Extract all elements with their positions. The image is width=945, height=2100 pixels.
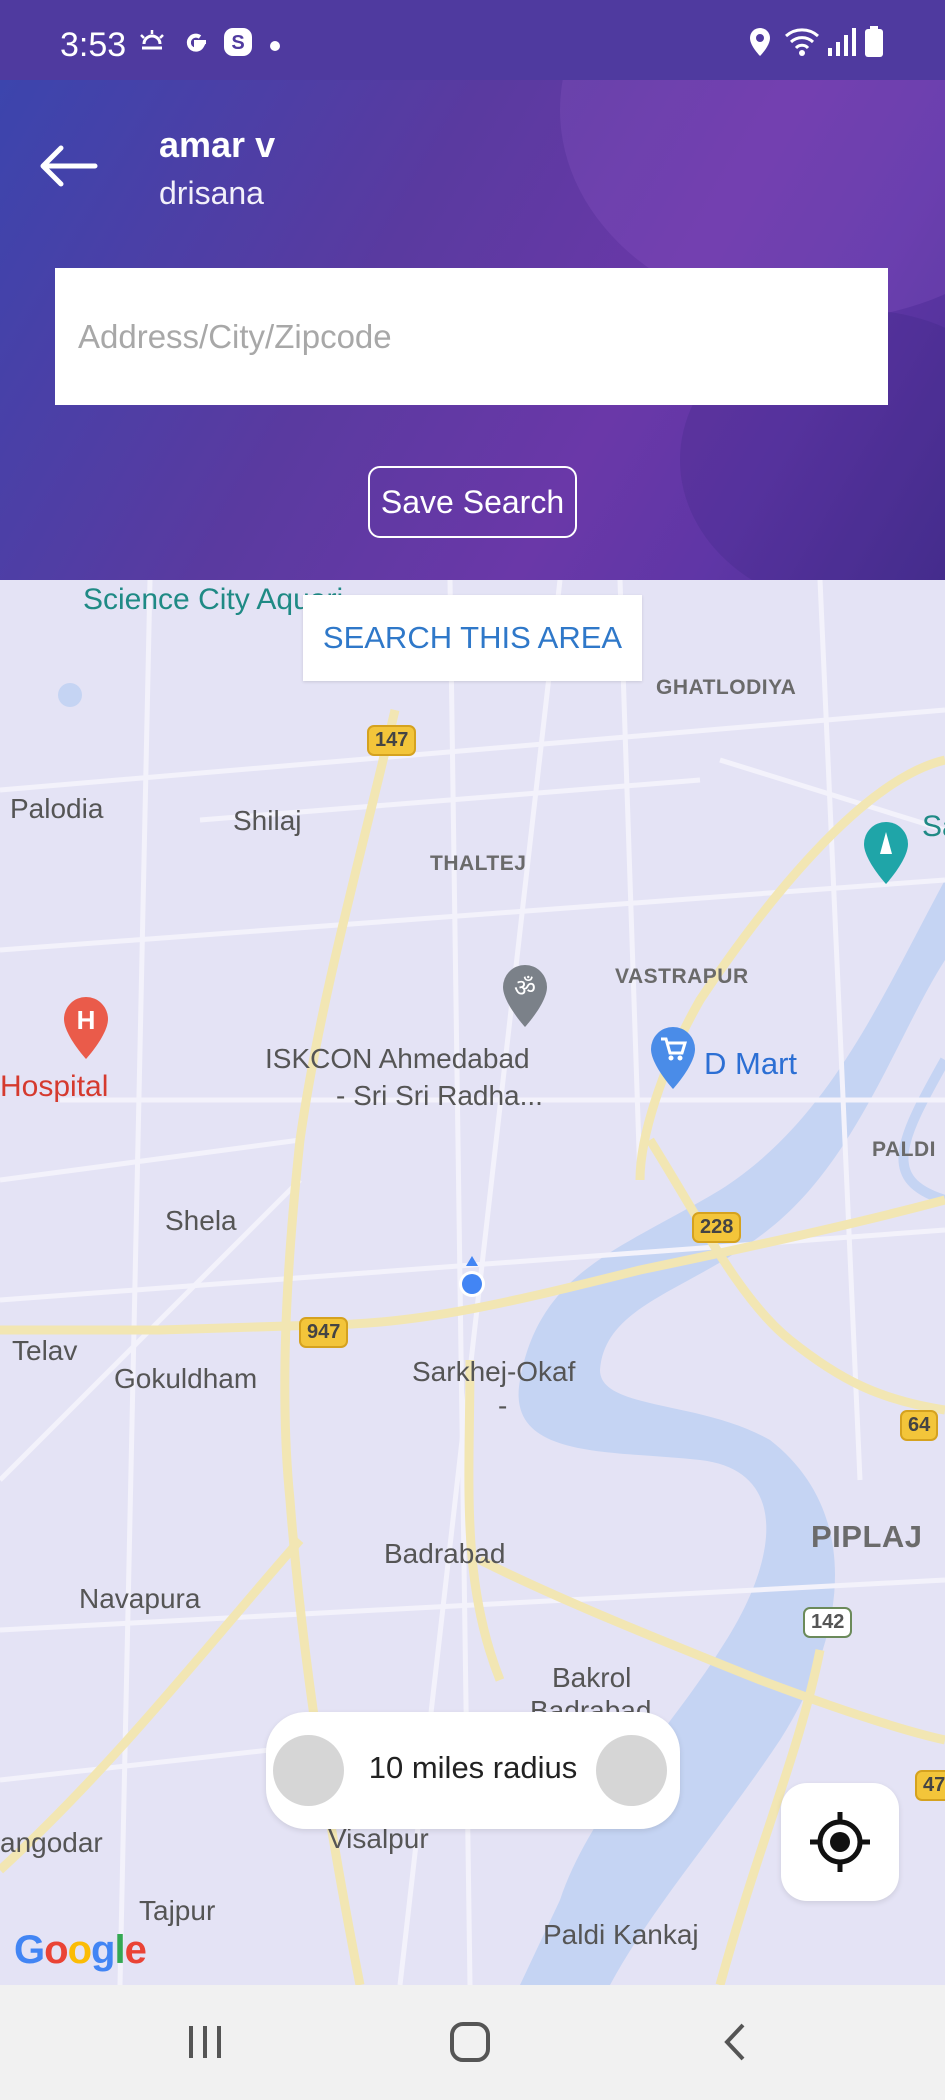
google-attribution: Google (14, 1928, 147, 1972)
highway-shield: 142 (803, 1607, 853, 1638)
map-label: Bakrol (552, 1662, 632, 1693)
radius-label: 10 miles radius (368, 1750, 578, 1785)
google-icon (180, 26, 212, 63)
map-label: ISKCON Ahmedabad (265, 1043, 530, 1074)
map-label: - (498, 1390, 508, 1421)
map-label: D Mart (704, 1046, 797, 1081)
map-label: GHATLODIYA (656, 676, 797, 699)
arrow-left-icon (40, 145, 98, 187)
user-name: amar v (159, 124, 276, 165)
highway-shield: 947 (299, 1317, 349, 1348)
map-label: THALTEJ (430, 852, 527, 875)
search-header: amar v drisana Save Search (0, 80, 945, 580)
map-label: Paldi Kankaj (543, 1919, 699, 1950)
map-label: Gokuldham (114, 1363, 258, 1394)
current-location-marker-icon (459, 1256, 485, 1297)
radius-increase-button[interactable] (596, 1735, 667, 1806)
address-search-input[interactable] (55, 268, 888, 405)
map-label: Shilaj (233, 805, 302, 836)
weather-icon (136, 26, 168, 63)
highway-shield: 228 (692, 1212, 742, 1243)
s-app-icon: S (222, 26, 254, 63)
home-button[interactable] (420, 2010, 520, 2074)
recents-button[interactable] (155, 2010, 255, 2074)
nav-back-button[interactable] (684, 2010, 784, 2074)
highway-shield: 64 (900, 1410, 939, 1441)
highway-shield: 147 (367, 725, 417, 756)
map-label: - Sri Sri Radha... (336, 1080, 543, 1111)
map-label: VASTRAPUR (615, 965, 749, 988)
map-label: Sarkhej-Okaf (412, 1356, 576, 1387)
svg-text:H: H (77, 1005, 96, 1035)
svg-text:S: S (231, 32, 244, 54)
user-subtitle: drisana (159, 175, 264, 211)
map-label: Tajpur (139, 1895, 216, 1926)
highway-shield: 47 (915, 1770, 945, 1801)
save-search-button[interactable]: Save Search (368, 466, 577, 538)
status-time: 3:53 (60, 26, 127, 64)
system-nav-bar (0, 1985, 945, 2100)
battery-icon (864, 26, 884, 63)
recents-icon (189, 2026, 221, 2058)
radius-decrease-button[interactable] (273, 1735, 344, 1806)
dot-icon (270, 38, 280, 56)
map-label: Badrabad (384, 1538, 506, 1569)
landmark-pin-icon[interactable] (862, 820, 910, 886)
search-this-area-button[interactable]: SEARCH THIS AREA (303, 595, 642, 681)
hospital-pin-icon[interactable]: H (62, 995, 110, 1061)
map-label: Shela (165, 1205, 237, 1236)
status-bar: 3:53 S (0, 0, 945, 80)
location-icon (746, 26, 774, 63)
map-label: PIPLAJ (811, 1519, 923, 1554)
map-view[interactable]: Science City Aquari GHATLODIYA 147 Palod… (0, 580, 945, 1985)
my-location-icon (810, 1812, 870, 1872)
signal-icon (826, 26, 856, 63)
my-location-button[interactable] (781, 1783, 899, 1901)
svg-text:ॐ: ॐ (514, 974, 536, 1002)
map-label: angodar (0, 1827, 103, 1858)
temple-pin-icon[interactable]: ॐ (501, 963, 549, 1029)
map-label: Sa (922, 810, 945, 843)
wifi-icon (784, 26, 820, 63)
shopping-pin-icon[interactable] (649, 1025, 697, 1091)
map-label: Hospital (0, 1070, 109, 1103)
map-label: Palodia (10, 793, 104, 824)
map-label: Telav (12, 1335, 78, 1366)
home-icon (450, 2022, 490, 2062)
map-label: Navapura (79, 1583, 201, 1614)
back-chevron-icon (724, 2023, 745, 2061)
radius-selector: 10 miles radius (266, 1712, 680, 1829)
map-label: PALDI (872, 1138, 936, 1161)
back-button[interactable] (30, 128, 106, 204)
